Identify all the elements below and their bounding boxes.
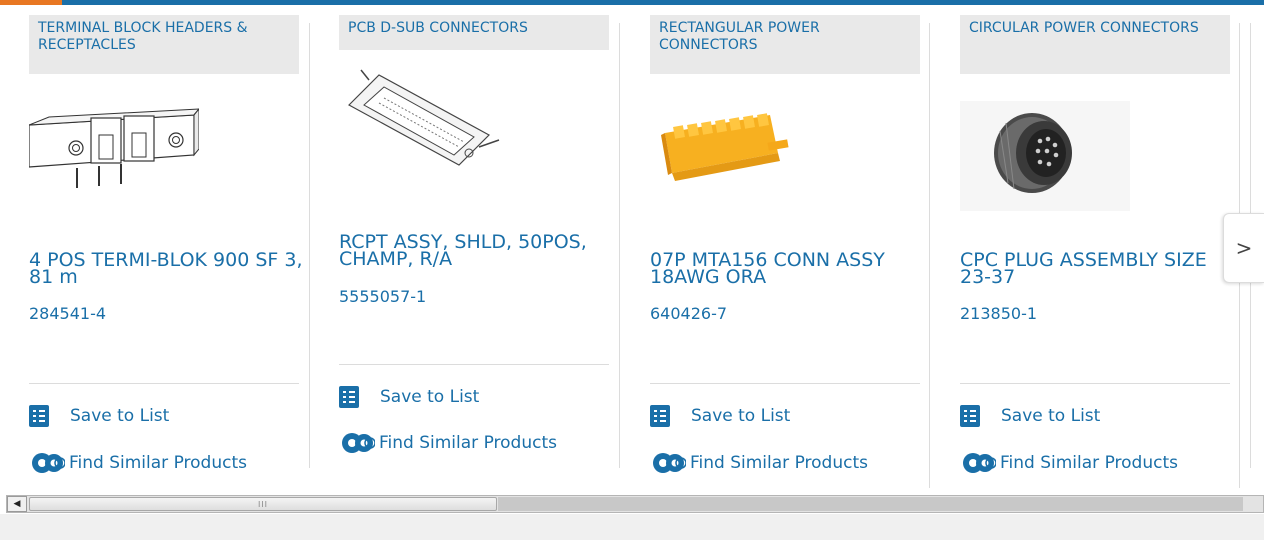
gears-icon (32, 453, 65, 473)
find-similar-label: Find Similar Products (690, 453, 868, 473)
find-similar-button[interactable]: Find Similar Products (960, 451, 1178, 475)
scrollbar-thumb[interactable]: III (29, 497, 497, 511)
product-carousel: TERMINAL BLOCK HEADERS & RECEPTACLES 4 P… (0, 5, 1264, 490)
product-title[interactable]: 07P MTA156 CONN ASSY 18AWG ORA (650, 251, 925, 287)
gears-icon (653, 453, 686, 473)
product-title[interactable]: CPC PLUG ASSEMBLY SIZE 23-37 (960, 251, 1235, 287)
card-separator (339, 364, 609, 365)
chevron-right-icon: > (1235, 236, 1253, 260)
product-card: CIRCULAR POWER CONNECTORS CPC PLUG ASSEM… (930, 5, 1240, 490)
product-title[interactable]: RCPT ASSY, SHLD, 50POS, CHAMP, R/A (339, 233, 614, 269)
scrollbar-track[interactable] (498, 497, 1243, 511)
scroll-left-arrow-icon[interactable]: ◀ (7, 496, 27, 512)
save-to-list-button[interactable]: Save to List (29, 405, 169, 427)
save-to-list-button[interactable]: Save to List (339, 386, 479, 408)
part-number[interactable]: 640426-7 (650, 304, 727, 324)
product-card: RECTANGULAR POWER CONNECTORS 07P MTA156 … (620, 5, 930, 490)
horizontal-scrollbar[interactable]: ◀ III (6, 495, 1264, 513)
carousel-next-button[interactable]: > (1223, 213, 1264, 283)
category-label[interactable]: TERMINAL BLOCK HEADERS & RECEPTACLES (29, 15, 299, 74)
product-title[interactable]: 4 POS TERMI-BLOK 900 SF 3, 81 m (29, 251, 304, 287)
find-similar-button[interactable]: Find Similar Products (339, 431, 557, 455)
save-to-list-button[interactable]: Save to List (960, 405, 1100, 427)
category-label[interactable]: PCB D-SUB CONNECTORS (339, 15, 609, 50)
save-to-list-label: Save to List (70, 406, 170, 426)
category-label[interactable]: CIRCULAR POWER CONNECTORS (960, 15, 1230, 74)
part-number[interactable]: 5555057-1 (339, 287, 426, 307)
checklist-icon (339, 386, 359, 408)
gears-icon (342, 433, 375, 453)
checklist-icon (29, 405, 49, 427)
save-to-list-button[interactable]: Save to List (650, 405, 790, 427)
card-separator (960, 383, 1230, 384)
product-card: PCB D-SUB CONNECTORS RCPT ASSY, SHLD, 50… (310, 5, 620, 490)
mta-connector-image[interactable] (650, 93, 820, 203)
checklist-icon (650, 405, 670, 427)
product-card: TERMINAL BLOCK HEADERS & RECEPTACLES 4 P… (0, 5, 310, 490)
find-similar-label: Find Similar Products (379, 433, 557, 453)
checklist-icon (960, 405, 980, 427)
save-to-list-label: Save to List (380, 387, 480, 407)
part-number[interactable]: 213850-1 (960, 304, 1037, 324)
find-similar-label: Find Similar Products (69, 453, 247, 473)
save-to-list-label: Save to List (691, 406, 791, 426)
terminal-block-image[interactable] (29, 95, 199, 205)
card-separator (29, 383, 299, 384)
category-label[interactable]: RECTANGULAR POWER CONNECTORS (650, 15, 920, 74)
d-sub-connector-image[interactable] (339, 65, 509, 175)
circular-connector-image[interactable] (960, 101, 1130, 211)
card-separator (650, 383, 920, 384)
gears-icon (963, 453, 996, 473)
find-similar-label: Find Similar Products (1000, 453, 1178, 473)
find-similar-button[interactable]: Find Similar Products (650, 451, 868, 475)
save-to-list-label: Save to List (1001, 406, 1101, 426)
part-number[interactable]: 284541-4 (29, 304, 106, 324)
bottom-panel (0, 514, 1264, 540)
find-similar-button[interactable]: Find Similar Products (29, 451, 247, 475)
